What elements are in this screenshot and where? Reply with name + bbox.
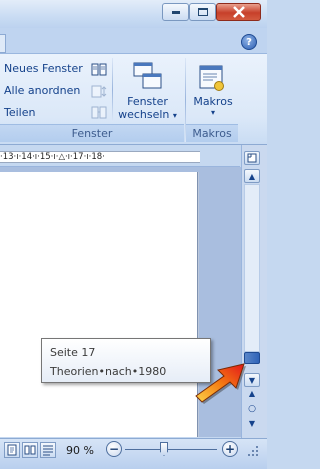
tooltip-heading: Theorien•nach•1980: [50, 365, 167, 378]
scroll-track[interactable]: [244, 184, 260, 352]
switch-windows-label-line2: wechseln: [118, 108, 170, 121]
scroll-up-button[interactable]: ▲: [244, 169, 260, 183]
switch-windows-button[interactable]: Fenster wechseln ▾: [116, 58, 179, 122]
view-draft-button[interactable]: [40, 442, 56, 458]
minimize-icon: [171, 10, 180, 14]
arrange-all-button[interactable]: Alle anordnen: [4, 84, 80, 97]
chevron-down-icon: ▾: [172, 111, 177, 120]
ruler-scale[interactable]: ·13·ı·14·ı·15·ı·△·ı·17·ı·18·: [0, 151, 200, 163]
print-layout-icon: [7, 444, 17, 456]
reset-window-position-icon[interactable]: [91, 106, 107, 122]
help-button[interactable]: ?: [241, 34, 257, 50]
pointer-arrow-icon: [195, 363, 246, 404]
macros-button[interactable]: Makros ▾: [190, 58, 236, 122]
zoom-slider-track[interactable]: [125, 449, 217, 450]
maximize-button[interactable]: [189, 3, 216, 21]
synchronous-scrolling-icon[interactable]: [91, 85, 107, 101]
zoom-out-button[interactable]: −: [106, 441, 122, 457]
close-button[interactable]: [216, 3, 261, 21]
close-icon: [232, 6, 245, 18]
view-side-by-side-icon[interactable]: [91, 63, 107, 79]
ribbon-separator: [112, 58, 113, 122]
reading-layout-icon: [24, 445, 36, 455]
document-page[interactable]: [0, 172, 197, 437]
new-window-button[interactable]: Neues Fenster: [4, 62, 83, 75]
draft-layout-icon: [43, 445, 53, 456]
resize-grip-icon[interactable]: [246, 444, 260, 461]
ruler-toggle-icon: [247, 153, 257, 163]
macros-icon: [199, 65, 224, 91]
group-label-makros: Makros: [186, 124, 238, 142]
chevron-down-icon: ▾: [210, 108, 215, 117]
switch-windows-label-line2-row: wechseln ▾: [116, 108, 179, 121]
maximize-icon: [197, 8, 208, 16]
view-print-layout-button[interactable]: [4, 442, 20, 458]
switch-windows-label-line1: Fenster: [127, 95, 168, 108]
browse-object-button[interactable]: ○: [244, 404, 260, 416]
next-page-button[interactable]: ▼: [244, 419, 260, 431]
active-tab-edge[interactable]: [0, 34, 6, 53]
group-label-fenster: Fenster: [0, 124, 184, 142]
split-button[interactable]: Teilen: [4, 106, 35, 119]
macros-label: Makros: [193, 95, 233, 108]
view-reading-button[interactable]: [22, 442, 38, 458]
ribbon-tab-strip: [0, 28, 267, 53]
minimize-button[interactable]: [162, 3, 189, 21]
switch-windows-icon: [133, 62, 162, 89]
tooltip-page-number: Seite 17: [50, 346, 96, 359]
view-ruler-toggle[interactable]: [244, 151, 260, 165]
scroll-position-tooltip: Seite 17 Theorien•nach•1980: [41, 338, 211, 383]
zoom-level[interactable]: 90 %: [66, 444, 94, 457]
zoom-in-button[interactable]: +: [222, 441, 238, 457]
